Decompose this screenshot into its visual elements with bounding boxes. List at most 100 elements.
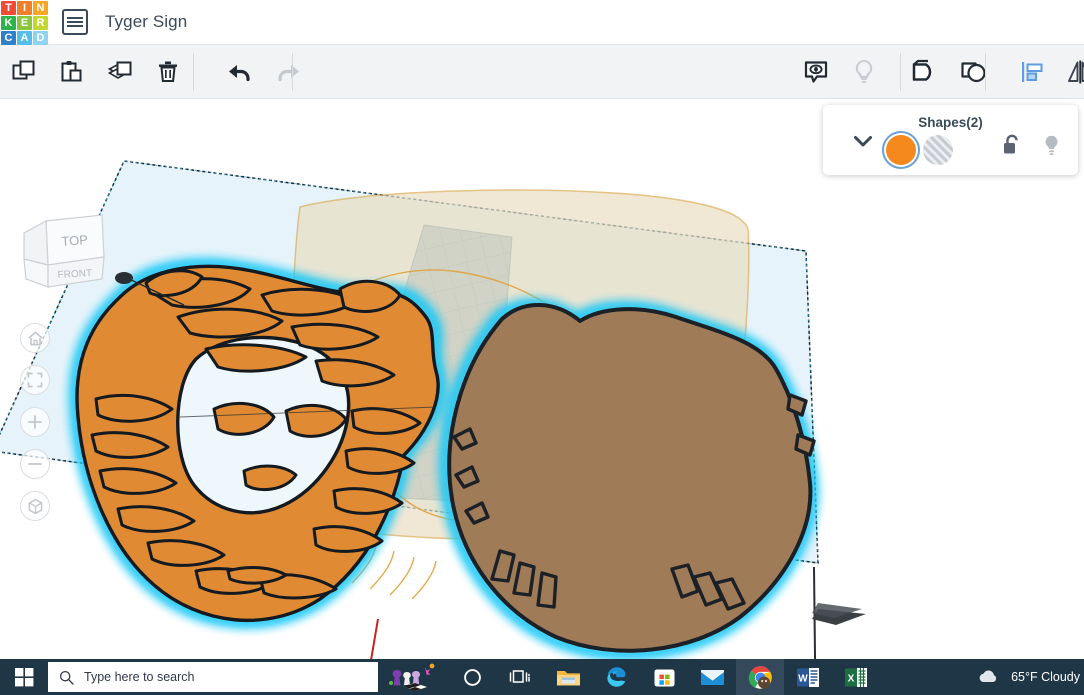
menu-line bbox=[67, 25, 83, 27]
solid-color-swatch[interactable] bbox=[886, 135, 916, 165]
cube-perspective-icon bbox=[27, 498, 44, 515]
show-hide-all-button[interactable] bbox=[792, 45, 840, 98]
search-placeholder: Type here to search bbox=[84, 670, 194, 684]
menu-line bbox=[67, 17, 83, 19]
scene-svg bbox=[0, 99, 1084, 659]
weather-text: 65°F Cloudy bbox=[1011, 670, 1080, 684]
store-icon bbox=[653, 666, 676, 689]
paste-button[interactable] bbox=[48, 45, 96, 98]
toolbar-separator bbox=[292, 53, 293, 91]
fit-view-button[interactable] bbox=[20, 365, 50, 395]
light-button[interactable] bbox=[840, 45, 888, 98]
excel-icon: X bbox=[844, 666, 868, 689]
duplicate-button[interactable] bbox=[96, 45, 144, 98]
main-toolbar bbox=[0, 45, 1084, 99]
chevron-down-icon[interactable] bbox=[853, 135, 873, 148]
tinkercad-window: T I N K E R C A D Tyger Sign bbox=[0, 0, 1084, 695]
align-button[interactable] bbox=[1008, 45, 1056, 98]
edge-icon bbox=[604, 665, 628, 689]
align-icon bbox=[1017, 58, 1047, 86]
hole-swatch[interactable] bbox=[923, 135, 953, 165]
svg-text:W: W bbox=[798, 673, 808, 684]
taskbar-word[interactable]: W bbox=[784, 659, 832, 695]
view-cube[interactable]: TOP FRONT bbox=[18, 207, 108, 302]
ungroup-button[interactable] bbox=[950, 45, 998, 98]
toolbar-separator bbox=[985, 53, 986, 91]
home-view-button[interactable] bbox=[20, 323, 50, 353]
vertical-handle-dot bbox=[115, 272, 133, 284]
chrome-icon bbox=[748, 665, 773, 690]
taskbar-chess-widget[interactable] bbox=[378, 659, 448, 695]
eye-tag-icon bbox=[801, 57, 831, 87]
tinkercad-logo[interactable]: T I N K E R C A D bbox=[0, 0, 48, 45]
logo-tile: T bbox=[1, 1, 16, 15]
mirror-button[interactable] bbox=[1056, 45, 1084, 98]
tiger-silhouette-shape bbox=[449, 305, 814, 651]
taskbar-microsoft-store[interactable] bbox=[640, 659, 688, 695]
zoom-in-button[interactable] bbox=[20, 407, 50, 437]
word-icon: W bbox=[796, 666, 820, 689]
group-button[interactable] bbox=[902, 45, 950, 98]
copy-icon bbox=[11, 59, 37, 85]
mirror-icon bbox=[1065, 58, 1084, 86]
chess-pieces-icon bbox=[387, 661, 439, 693]
delete-button[interactable] bbox=[144, 45, 192, 98]
fit-to-view-icon bbox=[27, 372, 43, 388]
top-bar: T I N K E R C A D Tyger Sign bbox=[0, 0, 1084, 45]
taskbar-weather[interactable]: 65°F Cloudy bbox=[976, 659, 1084, 695]
home-icon bbox=[27, 330, 44, 347]
cortana-circle-icon bbox=[463, 668, 482, 687]
lightbulb-icon[interactable] bbox=[1042, 134, 1061, 157]
windows-taskbar: Type here to search bbox=[0, 659, 1084, 695]
logo-tile: K bbox=[1, 16, 16, 30]
shape-color-swatches bbox=[886, 135, 953, 165]
logo-tile: N bbox=[33, 1, 48, 15]
3d-canvas[interactable]: TOP FRONT bbox=[0, 99, 1084, 659]
viewcube-front-label: FRONT bbox=[57, 268, 92, 281]
task-view-icon bbox=[509, 668, 531, 687]
group-icon bbox=[910, 58, 942, 86]
svg-text:X: X bbox=[848, 673, 855, 684]
page-title: Tyger Sign bbox=[105, 12, 187, 32]
undo-arrow-icon bbox=[226, 61, 254, 83]
redo-arrow-icon bbox=[274, 61, 302, 83]
undo-button[interactable] bbox=[216, 45, 264, 98]
mail-icon bbox=[700, 668, 725, 687]
toolbar-separator bbox=[193, 53, 194, 91]
taskbar-excel[interactable]: X bbox=[832, 659, 880, 695]
shapes-panel: Shapes(2) bbox=[823, 105, 1078, 175]
zoom-out-button[interactable] bbox=[20, 449, 50, 479]
search-input[interactable]: Type here to search bbox=[48, 662, 378, 692]
logo-tile: A bbox=[17, 31, 32, 45]
taskbar-task-view[interactable] bbox=[496, 659, 544, 695]
taskbar-file-explorer[interactable] bbox=[544, 659, 592, 695]
list-menu-icon[interactable] bbox=[62, 9, 88, 35]
navigation-buttons bbox=[20, 323, 50, 533]
unlocked-padlock-icon[interactable] bbox=[1002, 134, 1022, 156]
menu-line bbox=[67, 21, 83, 23]
ortho-toggle-button[interactable] bbox=[20, 491, 50, 521]
logo-tile: R bbox=[33, 16, 48, 30]
paste-icon bbox=[59, 59, 85, 85]
logo-tile: C bbox=[1, 31, 16, 45]
shapes-panel-title: Shapes(2) bbox=[823, 115, 1078, 130]
minus-icon bbox=[27, 456, 43, 472]
plus-icon bbox=[27, 414, 43, 430]
taskbar-chrome[interactable] bbox=[736, 659, 784, 695]
taskbar-edge[interactable] bbox=[592, 659, 640, 695]
toolbar-separator bbox=[900, 53, 901, 91]
shapes-panel-actions bbox=[1002, 134, 1061, 157]
redo-button[interactable] bbox=[264, 45, 312, 98]
logo-tile: I bbox=[17, 1, 32, 15]
taskbar-cortana[interactable] bbox=[448, 659, 496, 695]
trash-icon bbox=[156, 59, 180, 85]
taskbar-mail[interactable] bbox=[688, 659, 736, 695]
logo-tile: D bbox=[33, 31, 48, 45]
duplicate-icon bbox=[107, 59, 134, 85]
lightbulb-icon bbox=[851, 58, 877, 86]
cloud-icon bbox=[976, 668, 1003, 686]
search-icon bbox=[59, 670, 74, 685]
copy-button[interactable] bbox=[0, 45, 48, 98]
windows-start-icon[interactable] bbox=[0, 659, 48, 695]
logo-tile: E bbox=[17, 16, 32, 30]
